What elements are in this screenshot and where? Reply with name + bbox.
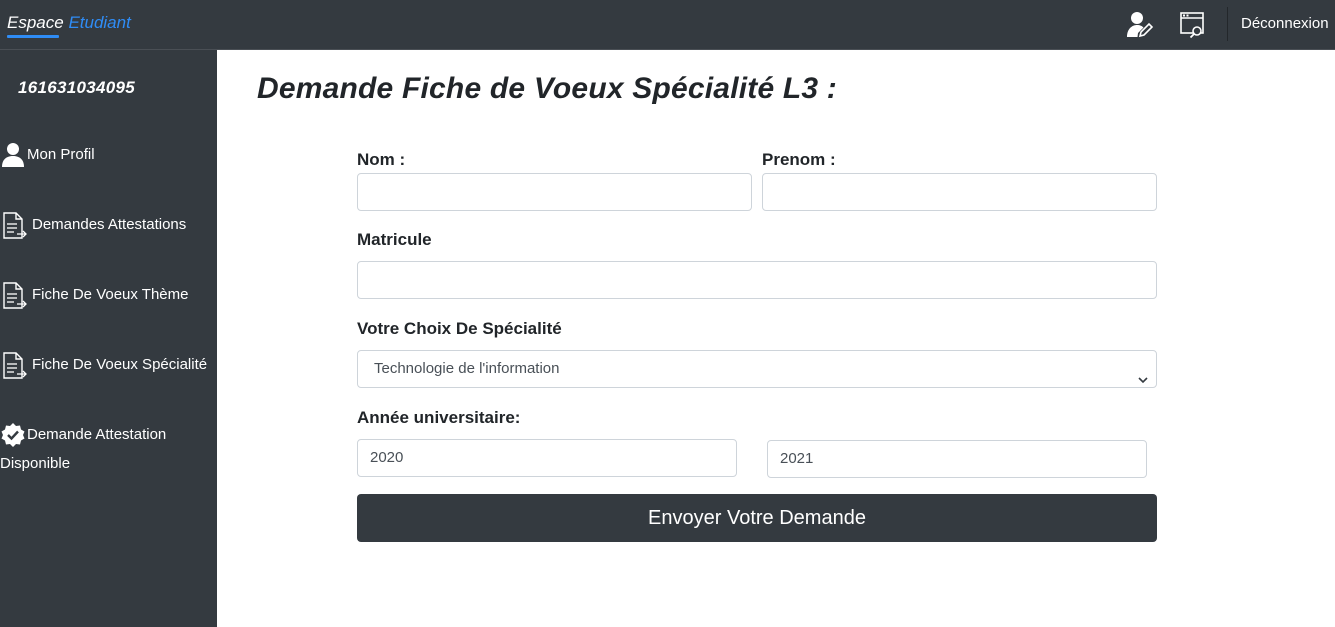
sidebar-item-label-line1: Demande Attestation [27,426,167,443]
logout-button[interactable]: Déconnexion [1227,7,1335,41]
sidebar-item-voeux-theme[interactable]: Fiche De Voeux Thème [0,281,217,311]
page-title: Demande Fiche de Voeux Spécialité L3 : [257,72,838,105]
sidebar-item-profile[interactable]: Mon Profil [0,142,217,168]
annee-start-input[interactable]: 2020 [357,439,737,477]
matricule-input[interactable] [357,261,1157,299]
sidebar-item-label: Demandes Attestations [32,216,187,233]
sidebar-item-label: Fiche De Voeux Spécialité [32,356,208,373]
nom-input[interactable] [357,173,752,211]
sidebar-item-attestations[interactable]: Demandes Attestations [0,211,217,241]
specialite-label: Votre Choix De Spécialité [357,319,562,338]
user-icon [1,142,25,172]
submit-button[interactable]: Envoyer Votre Demande [357,494,1157,542]
brand-logo[interactable]: Espace Etudiant [7,13,131,33]
brand-text-espace: Espace [7,13,64,32]
matricule-label: Matricule [357,230,432,249]
document-icon [2,211,28,245]
brand-underline [7,35,59,38]
document-search-icon[interactable] [1178,10,1208,40]
top-navbar: Espace Etudiant Déconnexion [0,0,1335,50]
annee-label: Année universitaire: [357,408,521,427]
sidebar-item-label: Mon Profil [27,146,95,163]
document-icon [2,351,28,385]
chevron-down-icon [1138,363,1148,384]
sidebar: 161631034095 Mon Profil Demandes Attesta… [0,50,217,627]
student-id: 161631034095 [18,78,136,97]
specialite-select[interactable]: Technologie de l'information [357,350,1157,388]
brand-text-etudiant: Etudiant [68,13,131,32]
sidebar-item-attestation-disponible[interactable]: Demande Attestation Disponible [0,422,217,476]
sidebar-item-voeux-specialite[interactable]: Fiche De Voeux Spécialité [0,351,217,381]
verified-badge-icon [0,422,26,452]
document-icon [2,281,28,315]
sidebar-item-label-line2: Disponible [0,455,71,472]
annee-end-input[interactable]: 2021 [767,440,1147,478]
sidebar-item-label: Fiche De Voeux Thème [32,286,189,303]
user-edit-icon[interactable] [1124,10,1154,40]
nom-label: Nom : [357,150,406,169]
prenom-input[interactable] [762,173,1157,211]
specialite-selected-value: Technologie de l'information [374,360,560,377]
prenom-label: Prenom : [762,150,836,169]
